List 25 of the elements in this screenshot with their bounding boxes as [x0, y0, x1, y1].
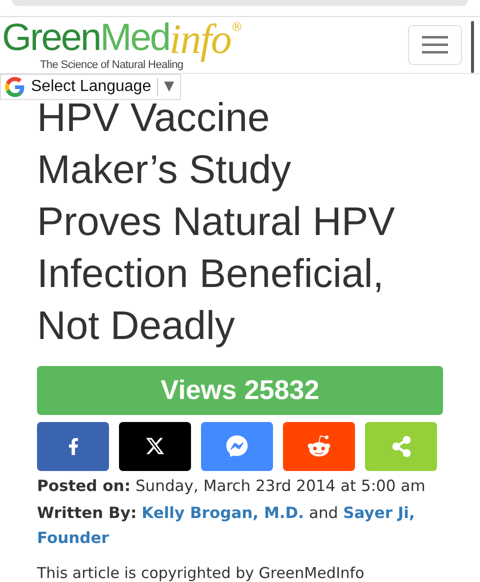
share-icon — [390, 436, 412, 456]
views-counter: Views 25832 — [37, 366, 443, 414]
menu-icon — [422, 36, 448, 54]
body-text: This article is copyrighted by GreenMedInfo — [37, 564, 366, 582]
g-logo-icon — [5, 76, 25, 97]
logo-tagline: The Science of Natural Healing — [40, 59, 184, 72]
scroll-bar — [471, 21, 474, 74]
dropdown-caret: ▼ — [164, 79, 174, 94]
share-button[interactable] — [119, 422, 191, 470]
reddit-icon — [307, 434, 331, 458]
author-link[interactable]: Kelly Brogan, M.D. — [142, 504, 304, 522]
language-selector[interactable]: Select Language ▼ — [0, 74, 182, 100]
logo-text: Med — [100, 19, 170, 58]
logo-text: info — [170, 19, 231, 62]
x-icon — [145, 436, 165, 456]
menu-button[interactable] — [408, 25, 462, 66]
byline-label: Written By: — [37, 504, 137, 522]
posted-date: Posted on: Sunday, March 23rd 2014 at 5:00 am — [37, 476, 426, 496]
logo-text: Green — [2, 19, 100, 58]
language-label: Select Language — [31, 78, 158, 96]
registered-mark: ® — [230, 21, 243, 34]
byline-text: and — [308, 504, 338, 522]
author-link[interactable]: Founder — [37, 528, 109, 546]
messenger-icon — [226, 435, 248, 457]
author-link[interactable]: Sayer Ji, — [343, 504, 415, 522]
